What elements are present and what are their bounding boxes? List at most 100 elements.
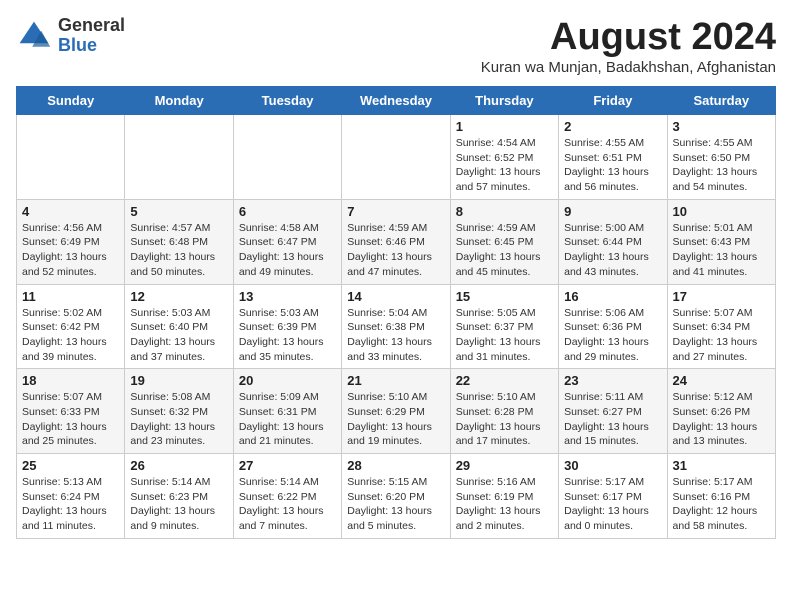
calendar-cell: 26Sunrise: 5:14 AM Sunset: 6:23 PM Dayli… xyxy=(125,454,233,539)
calendar-cell: 11Sunrise: 5:02 AM Sunset: 6:42 PM Dayli… xyxy=(17,284,125,369)
calendar-cell: 12 Sunrise: 5:03 AM Sunset: 6:40 PM Dayli… xyxy=(125,284,233,369)
calendar-cell: 15Sunrise: 5:05 AM Sunset: 6:37 PM Dayli… xyxy=(450,284,558,369)
calendar-cell: 2Sunrise: 4:55 AM Sunset: 6:51 PM Daylig… xyxy=(559,115,667,200)
calendar-cell: 6Sunrise: 4:58 AM Sunset: 6:47 PM Daylig… xyxy=(233,199,341,284)
day-number: 25 xyxy=(22,458,119,473)
day-number: 12 xyxy=(130,289,227,304)
day-info: Sunrise: 5:03 AM Sunset: 6:40 PM Dayligh… xyxy=(130,306,227,365)
day-number: 3 xyxy=(673,119,770,134)
day-number: 7 xyxy=(347,204,444,219)
day-number: 30 xyxy=(564,458,661,473)
day-number: 1 xyxy=(456,119,553,134)
calendar-cell: 30Sunrise: 5:17 AM Sunset: 6:17 PM Dayli… xyxy=(559,454,667,539)
logo-icon xyxy=(16,18,52,54)
calendar-table: SundayMondayTuesdayWednesdayThursdayFrid… xyxy=(16,86,776,539)
weekday-header-sunday: Sunday xyxy=(17,87,125,115)
weekday-header-wednesday: Wednesday xyxy=(342,87,450,115)
day-info: Sunrise: 4:54 AM Sunset: 6:52 PM Dayligh… xyxy=(456,136,553,195)
logo-text: General Blue xyxy=(58,16,125,56)
calendar-cell: 8 Sunrise: 4:59 AM Sunset: 6:45 PM Daylig… xyxy=(450,199,558,284)
calendar-cell: 31Sunrise: 5:17 AM Sunset: 6:16 PM Dayli… xyxy=(667,454,775,539)
calendar-cell: 10Sunrise: 5:01 AM Sunset: 6:43 PM Dayli… xyxy=(667,199,775,284)
day-info: Sunrise: 4:55 AM Sunset: 6:51 PM Dayligh… xyxy=(564,136,661,195)
day-info: Sunrise: 4:57 AM Sunset: 6:48 PM Dayligh… xyxy=(130,221,227,280)
calendar-cell: 23 Sunrise: 5:11 AM Sunset: 6:27 PM Dayli… xyxy=(559,369,667,454)
calendar-cell: 3 Sunrise: 4:55 AM Sunset: 6:50 PM Daylig… xyxy=(667,115,775,200)
day-number: 5 xyxy=(130,204,227,219)
calendar-cell: 27 Sunrise: 5:14 AM Sunset: 6:22 PM Dayli… xyxy=(233,454,341,539)
day-number: 27 xyxy=(239,458,336,473)
day-info: Sunrise: 4:58 AM Sunset: 6:47 PM Dayligh… xyxy=(239,221,336,280)
week-row-5: 25 Sunrise: 5:13 AM Sunset: 6:24 PM Dayli… xyxy=(17,454,776,539)
week-row-4: 18 Sunrise: 5:07 AM Sunset: 6:33 PM Dayli… xyxy=(17,369,776,454)
weekday-header-monday: Monday xyxy=(125,87,233,115)
day-info: Sunrise: 5:11 AM Sunset: 6:27 PM Dayligh… xyxy=(564,390,661,449)
day-info: Sunrise: 5:08 AM Sunset: 6:32 PM Dayligh… xyxy=(130,390,227,449)
day-number: 11 xyxy=(22,289,119,304)
calendar-cell xyxy=(233,115,341,200)
day-info: Sunrise: 5:07 AM Sunset: 6:34 PM Dayligh… xyxy=(673,306,770,365)
day-number: 8 xyxy=(456,204,553,219)
day-number: 15 xyxy=(456,289,553,304)
calendar-cell: 22Sunrise: 5:10 AM Sunset: 6:28 PM Dayli… xyxy=(450,369,558,454)
day-info: Sunrise: 5:16 AM Sunset: 6:19 PM Dayligh… xyxy=(456,475,553,534)
calendar-cell: 13 Sunrise: 5:03 AM Sunset: 6:39 PM Dayli… xyxy=(233,284,341,369)
day-number: 4 xyxy=(22,204,119,219)
calendar-cell: 28Sunrise: 5:15 AM Sunset: 6:20 PM Dayli… xyxy=(342,454,450,539)
calendar-cell: 18 Sunrise: 5:07 AM Sunset: 6:33 PM Dayli… xyxy=(17,369,125,454)
day-number: 23 xyxy=(564,373,661,388)
calendar-cell: 4Sunrise: 4:56 AM Sunset: 6:49 PM Daylig… xyxy=(17,199,125,284)
day-number: 20 xyxy=(239,373,336,388)
week-row-3: 11Sunrise: 5:02 AM Sunset: 6:42 PM Dayli… xyxy=(17,284,776,369)
day-number: 16 xyxy=(564,289,661,304)
calendar-cell: 1 Sunrise: 4:54 AM Sunset: 6:52 PM Daylig… xyxy=(450,115,558,200)
day-number: 21 xyxy=(347,373,444,388)
weekday-header-friday: Friday xyxy=(559,87,667,115)
calendar-cell: 25 Sunrise: 5:13 AM Sunset: 6:24 PM Dayli… xyxy=(17,454,125,539)
day-number: 14 xyxy=(347,289,444,304)
calendar-cell: 29 Sunrise: 5:16 AM Sunset: 6:19 PM Dayli… xyxy=(450,454,558,539)
week-row-2: 4Sunrise: 4:56 AM Sunset: 6:49 PM Daylig… xyxy=(17,199,776,284)
day-info: Sunrise: 5:13 AM Sunset: 6:24 PM Dayligh… xyxy=(22,475,119,534)
day-info: Sunrise: 4:55 AM Sunset: 6:50 PM Dayligh… xyxy=(673,136,770,195)
calendar-cell: 9 Sunrise: 5:00 AM Sunset: 6:44 PM Daylig… xyxy=(559,199,667,284)
calendar-cell: 19 Sunrise: 5:08 AM Sunset: 6:32 PM Dayli… xyxy=(125,369,233,454)
day-number: 19 xyxy=(130,373,227,388)
day-info: Sunrise: 4:59 AM Sunset: 6:45 PM Dayligh… xyxy=(456,221,553,280)
calendar-cell: 14Sunrise: 5:04 AM Sunset: 6:38 PM Dayli… xyxy=(342,284,450,369)
day-info: Sunrise: 5:10 AM Sunset: 6:29 PM Dayligh… xyxy=(347,390,444,449)
day-number: 29 xyxy=(456,458,553,473)
day-info: Sunrise: 5:17 AM Sunset: 6:16 PM Dayligh… xyxy=(673,475,770,534)
week-row-1: 1 Sunrise: 4:54 AM Sunset: 6:52 PM Daylig… xyxy=(17,115,776,200)
calendar-cell: 7 Sunrise: 4:59 AM Sunset: 6:46 PM Daylig… xyxy=(342,199,450,284)
weekday-header-saturday: Saturday xyxy=(667,87,775,115)
day-number: 18 xyxy=(22,373,119,388)
calendar-cell: 16Sunrise: 5:06 AM Sunset: 6:36 PM Dayli… xyxy=(559,284,667,369)
calendar-cell xyxy=(342,115,450,200)
weekday-header-row: SundayMondayTuesdayWednesdayThursdayFrid… xyxy=(17,87,776,115)
page-header: General Blue August 2024 Kuran wa Munjan… xyxy=(16,16,776,76)
day-info: Sunrise: 5:10 AM Sunset: 6:28 PM Dayligh… xyxy=(456,390,553,449)
day-info: Sunrise: 5:00 AM Sunset: 6:44 PM Dayligh… xyxy=(564,221,661,280)
calendar-cell: 5 Sunrise: 4:57 AM Sunset: 6:48 PM Daylig… xyxy=(125,199,233,284)
day-info: Sunrise: 5:14 AM Sunset: 6:22 PM Dayligh… xyxy=(239,475,336,534)
day-number: 17 xyxy=(673,289,770,304)
day-info: Sunrise: 5:03 AM Sunset: 6:39 PM Dayligh… xyxy=(239,306,336,365)
weekday-header-thursday: Thursday xyxy=(450,87,558,115)
day-number: 13 xyxy=(239,289,336,304)
day-info: Sunrise: 5:14 AM Sunset: 6:23 PM Dayligh… xyxy=(130,475,227,534)
location-title: Kuran wa Munjan, Badakhshan, Afghanistan xyxy=(481,59,776,76)
month-title: August 2024 xyxy=(481,16,776,59)
day-number: 10 xyxy=(673,204,770,219)
weekday-header-tuesday: Tuesday xyxy=(233,87,341,115)
day-number: 24 xyxy=(673,373,770,388)
day-info: Sunrise: 4:59 AM Sunset: 6:46 PM Dayligh… xyxy=(347,221,444,280)
calendar-cell xyxy=(125,115,233,200)
day-number: 28 xyxy=(347,458,444,473)
title-section: August 2024 Kuran wa Munjan, Badakhshan,… xyxy=(481,16,776,76)
day-number: 9 xyxy=(564,204,661,219)
day-info: Sunrise: 5:12 AM Sunset: 6:26 PM Dayligh… xyxy=(673,390,770,449)
day-info: Sunrise: 5:07 AM Sunset: 6:33 PM Dayligh… xyxy=(22,390,119,449)
calendar-cell: 21 Sunrise: 5:10 AM Sunset: 6:29 PM Dayli… xyxy=(342,369,450,454)
day-info: Sunrise: 5:09 AM Sunset: 6:31 PM Dayligh… xyxy=(239,390,336,449)
